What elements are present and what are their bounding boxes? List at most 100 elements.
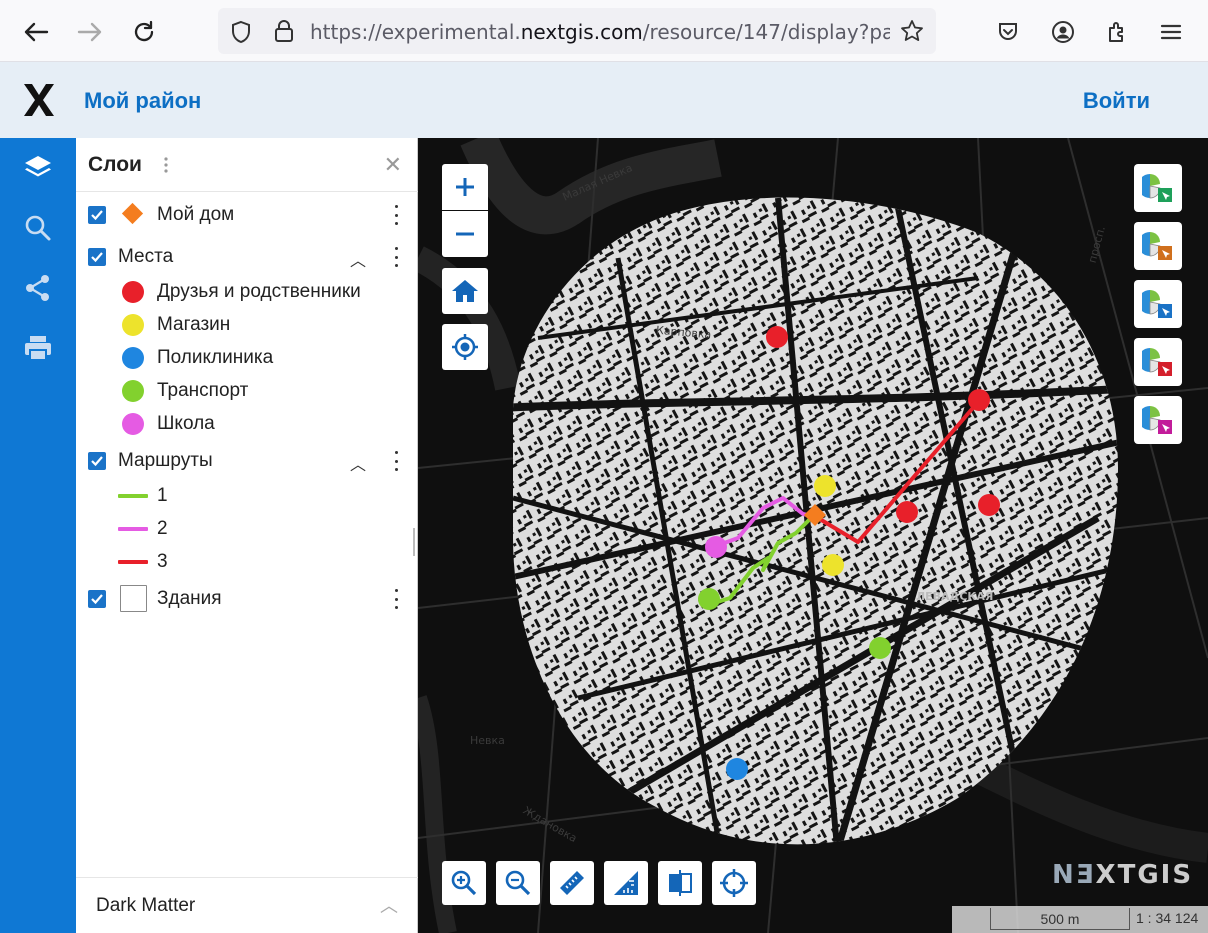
search-icon[interactable]	[16, 206, 60, 250]
marker-transport	[698, 588, 720, 610]
layer-places-label: Места	[118, 246, 174, 267]
layer-home-checkbox[interactable]	[88, 206, 106, 224]
panel-resize-handle[interactable]	[413, 528, 415, 556]
nextgis-watermark: NƎXTGIS	[1052, 860, 1194, 890]
zoom-in-tool-button[interactable]	[442, 861, 486, 905]
panel-menu-icon[interactable]	[164, 156, 168, 179]
hamburger-menu-icon[interactable]	[1153, 14, 1189, 50]
legend-item: 2	[76, 513, 418, 546]
zoom-in-button[interactable]	[442, 164, 488, 210]
street-label: ЛЕВАДСКАЯ	[916, 590, 994, 603]
measure-area-button[interactable]	[604, 861, 648, 905]
yellow-circle-icon	[122, 314, 144, 336]
orange-diamond-icon	[121, 202, 144, 225]
legend-label: Школа	[157, 413, 215, 434]
address-bar[interactable]: https://experimental.nextgis.com/resourc…	[218, 8, 936, 54]
more-icon[interactable]	[394, 589, 398, 609]
swipe-compare-button[interactable]	[658, 861, 702, 905]
panel-title: Слои	[88, 153, 142, 176]
scale-bar-label: 500 m	[990, 908, 1130, 930]
identify-tool-button[interactable]	[1134, 280, 1182, 328]
scale-line: 500 m 1 : 34 124	[952, 906, 1208, 933]
legend-label: Друзья и родственники	[157, 281, 361, 302]
marker-school	[705, 536, 727, 558]
layer-places-checkbox[interactable]	[88, 248, 106, 266]
legend-label: 1	[157, 485, 168, 506]
reload-icon[interactable]	[126, 14, 162, 50]
pink-circle-icon	[122, 413, 144, 435]
layer-routes-checkbox[interactable]	[88, 452, 106, 470]
map-view[interactable]: Малая Невка Карповка Невка Ждановка прос…	[418, 138, 1208, 933]
identify-tool-button[interactable]	[1134, 164, 1182, 212]
basemap-selector[interactable]: Dark Matter ︿	[76, 877, 418, 933]
nextgis-logo-icon[interactable]	[22, 82, 56, 123]
bookmark-star-icon[interactable]	[900, 19, 924, 48]
more-icon[interactable]	[394, 451, 398, 471]
account-icon[interactable]	[1045, 14, 1081, 50]
share-icon[interactable]	[16, 266, 60, 310]
marker-friends	[968, 389, 990, 411]
identify-tool-button[interactable]	[1134, 222, 1182, 270]
blue-circle-icon	[122, 347, 144, 369]
login-link[interactable]: Войти	[1083, 88, 1150, 114]
home-extent-button[interactable]	[442, 268, 488, 314]
legend-item: Поликлиника	[76, 342, 418, 375]
legend-label: 3	[157, 551, 168, 572]
layers-icon[interactable]	[16, 146, 60, 190]
close-icon[interactable]: ✕	[384, 152, 402, 178]
identify-tool-button[interactable]	[1134, 338, 1182, 386]
layer-routes: Маршруты ︿	[76, 445, 418, 478]
layer-home-label: Мой дом	[157, 204, 235, 225]
shield-icon[interactable]	[230, 20, 252, 49]
zoom-out-tool-button[interactable]	[496, 861, 540, 905]
legend-item: Магазин	[76, 309, 418, 342]
left-toolbar	[0, 138, 76, 933]
basemap-label: Dark Matter	[96, 895, 196, 916]
lock-icon[interactable]	[274, 19, 294, 48]
street-label: Невка	[470, 734, 505, 747]
chevron-up-icon[interactable]: ︿	[350, 451, 366, 475]
locate-button[interactable]	[442, 324, 488, 370]
legend-label: Транспорт	[157, 380, 249, 401]
more-icon[interactable]	[394, 247, 398, 267]
layer-places: Места ︿	[76, 241, 418, 274]
layers-panel: Слои ✕ Мой дом Места ︿ Друзья и родствен…	[76, 138, 418, 933]
print-icon[interactable]	[16, 326, 60, 370]
legend-label: 2	[157, 518, 168, 539]
page-title: Мой район	[84, 88, 202, 113]
marker-shop	[822, 554, 844, 576]
app-header: Мой район Войти	[0, 62, 1208, 138]
scale-ratio: 1 : 34 124	[1136, 910, 1199, 926]
legend-item: 1	[76, 480, 418, 513]
red-circle-icon	[122, 281, 144, 303]
marker-shop	[814, 475, 836, 497]
green-circle-icon	[122, 380, 144, 402]
legend-label: Поликлиника	[157, 347, 274, 368]
panel-header: Слои ✕	[76, 138, 418, 192]
white-square-icon	[120, 585, 147, 612]
legend-item: Школа	[76, 408, 418, 441]
legend-label: Магазин	[157, 314, 231, 335]
more-icon[interactable]	[394, 205, 398, 225]
legend-item: Транспорт	[76, 375, 418, 408]
pink-line-icon	[118, 527, 148, 531]
layer-buildings-label: Здания	[157, 588, 222, 609]
back-arrow-icon[interactable]	[18, 14, 54, 50]
marker-friends	[978, 494, 1000, 516]
crosshair-button[interactable]	[712, 861, 756, 905]
zoom-out-button[interactable]	[442, 211, 488, 257]
forward-arrow-icon[interactable]	[72, 14, 108, 50]
pocket-icon[interactable]	[990, 14, 1026, 50]
layer-buildings-checkbox[interactable]	[88, 590, 106, 608]
chevron-up-icon[interactable]: ︿	[350, 247, 366, 271]
browser-toolbar: https://experimental.nextgis.com/resourc…	[0, 0, 1208, 62]
identify-tool-button[interactable]	[1134, 396, 1182, 444]
marker-transport	[869, 637, 891, 659]
red-line-icon	[118, 560, 148, 564]
url-text: https://experimental.nextgis.com/resourc…	[310, 20, 890, 44]
layer-buildings: Здания	[76, 583, 418, 616]
extensions-icon[interactable]	[1100, 14, 1136, 50]
chevron-up-icon[interactable]: ︿	[380, 892, 398, 918]
layer-home: Мой дом	[76, 199, 418, 232]
measure-distance-button[interactable]	[550, 861, 594, 905]
